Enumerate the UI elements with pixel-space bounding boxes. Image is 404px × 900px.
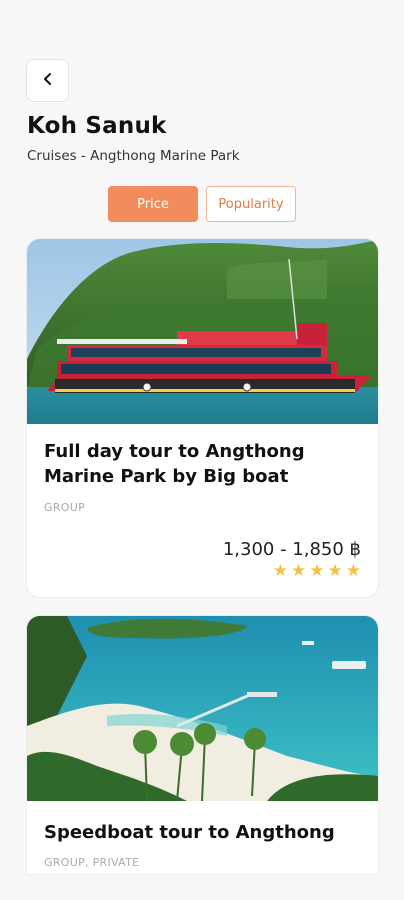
tour-type: GROUP, PRIVATE xyxy=(44,856,140,869)
tour-photo-beach xyxy=(27,616,378,801)
page-title: Koh Sanuk xyxy=(27,113,167,139)
star-icon: ★ xyxy=(272,561,288,581)
sort-tabs: Price Popularity xyxy=(108,186,296,222)
sort-tab-price[interactable]: Price xyxy=(108,186,198,222)
star-icon: ★ xyxy=(327,561,343,581)
tour-photo-boat xyxy=(27,239,378,424)
tour-card[interactable]: Speedboat tour to Angthong GROUP, PRIVAT… xyxy=(26,615,379,875)
tour-title: Speedboat tour to Angthong xyxy=(44,822,335,843)
tour-type: GROUP xyxy=(44,501,86,514)
chevron-left-icon xyxy=(41,70,55,91)
page-subtitle: Cruises - Angthong Marine Park xyxy=(27,148,240,164)
star-icon: ★ xyxy=(345,561,361,581)
rating-stars: ★ ★ ★ ★ ★ xyxy=(273,561,361,581)
back-button[interactable] xyxy=(26,59,69,102)
tour-price: 1,300 - 1,850 ฿ xyxy=(222,539,361,560)
tour-title: Full day tour to Angthong Marine Park by… xyxy=(44,441,305,487)
tour-card[interactable]: Full day tour to Angthong Marine Park by… xyxy=(26,238,379,598)
star-icon: ★ xyxy=(291,561,307,581)
sort-tab-popularity[interactable]: Popularity xyxy=(206,186,296,222)
star-icon: ★ xyxy=(309,561,325,581)
